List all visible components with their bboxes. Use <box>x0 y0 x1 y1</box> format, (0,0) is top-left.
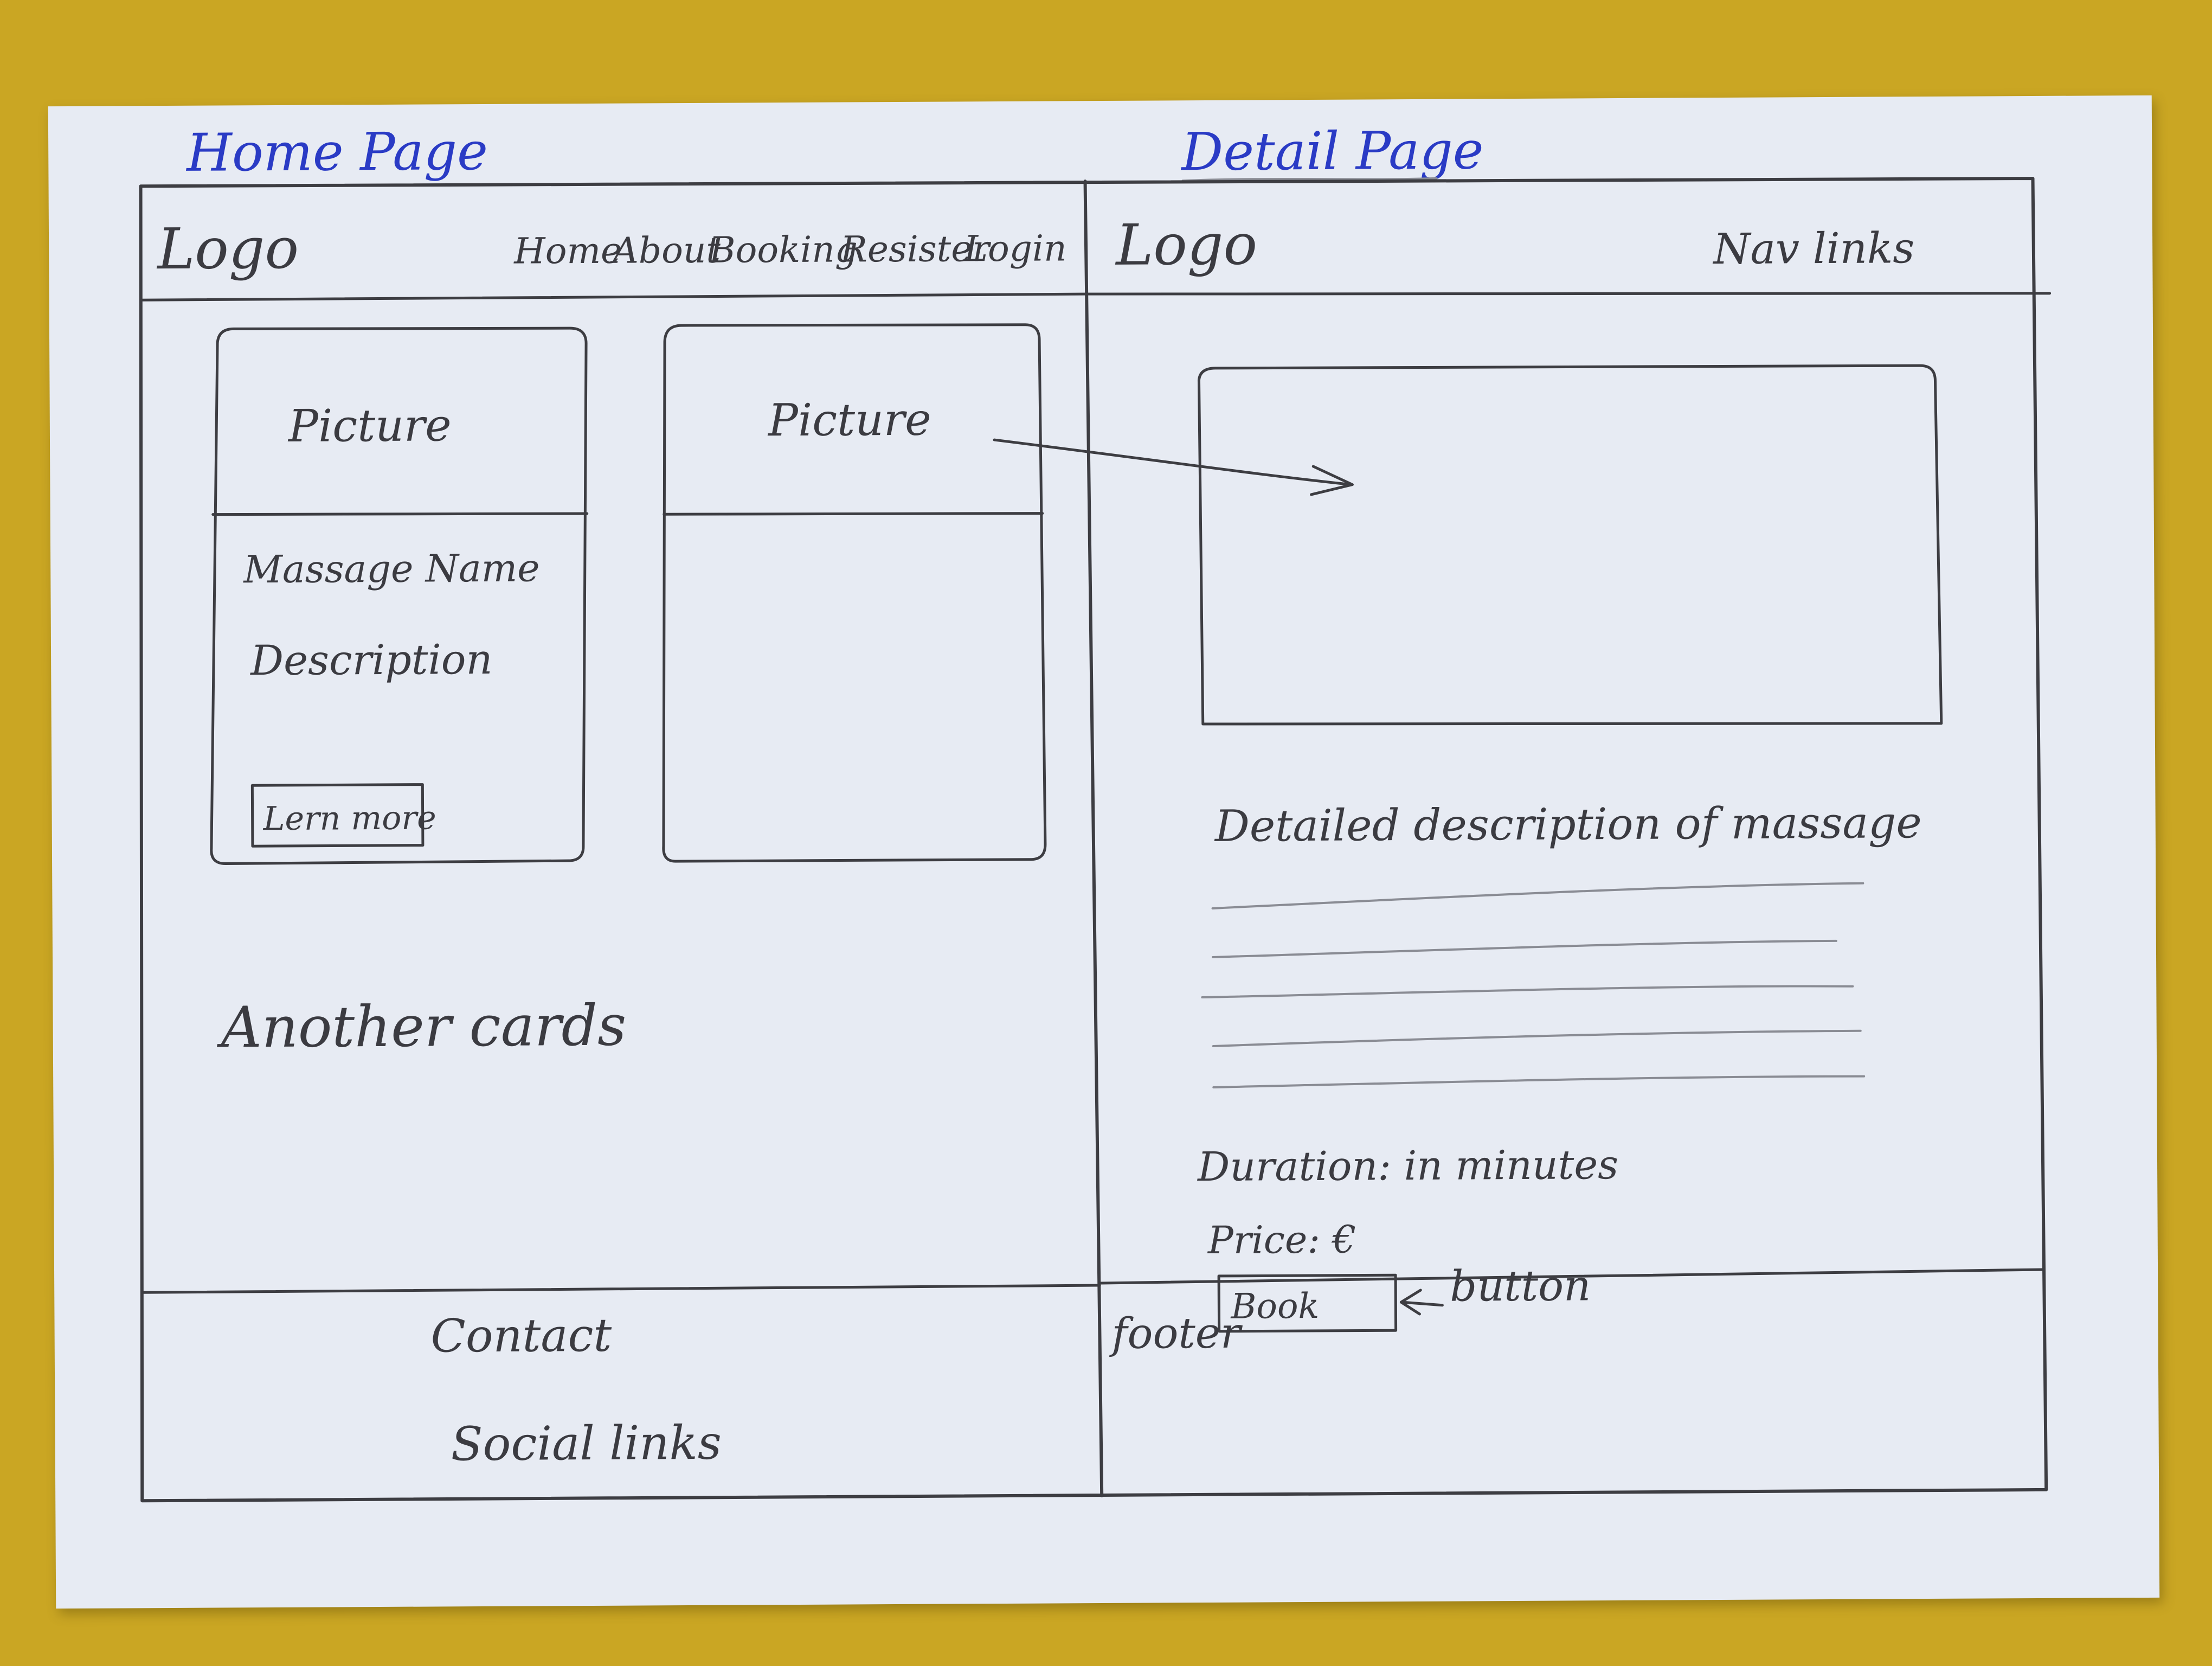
another-cards-note: Another cards <box>216 992 626 1061</box>
detail-logo: Logo <box>1115 212 1258 278</box>
detail-nav-links[interactable]: Nav links <box>1712 224 1915 274</box>
home-page-heading: Home Page <box>185 121 488 183</box>
wireframe-sketch: Home Page Detail Page Logo Home About Bo… <box>139 120 2052 1503</box>
detail-footer-label: footer <box>1109 1309 1243 1359</box>
detail-picture-placeholder <box>1197 364 1943 726</box>
nav-login-link[interactable]: Login <box>963 227 1067 270</box>
detail-page-heading: Detail Page <box>1180 120 1484 182</box>
home-logo: Logo <box>156 215 299 282</box>
description-text-lines <box>1201 882 1866 1088</box>
nav-about-link[interactable]: About <box>609 229 721 272</box>
massage-card: Picture Massage Name Description Lern mo… <box>210 326 589 865</box>
card-description: Description <box>249 635 493 684</box>
arrow-line <box>993 438 1353 486</box>
home-footer-line <box>140 1284 1101 1294</box>
card-picture-placeholder: Picture <box>767 394 931 447</box>
massage-card: Picture <box>662 323 1047 863</box>
card-picture-placeholder: Picture <box>287 400 452 452</box>
button-annotation: button <box>1450 1261 1591 1311</box>
home-header-line <box>140 292 1088 302</box>
card-picture-divider <box>663 512 1044 516</box>
navigation-arrow <box>993 438 1354 496</box>
card-picture-divider <box>211 512 589 516</box>
home-nav-links: Home About Booking Resister Login <box>513 227 1067 272</box>
detailed-description-heading: Detailed description of massage <box>1214 797 1922 851</box>
text-line <box>1212 939 1837 958</box>
text-line <box>1212 1029 1862 1047</box>
footer-contact[interactable]: Contact <box>430 1309 612 1363</box>
duration-label: Duration: in minutes <box>1197 1142 1619 1190</box>
learn-more-button-label: Lern more <box>262 799 436 838</box>
sketch-paper: Home Page Detail Page Logo Home About Bo… <box>48 95 2160 1609</box>
text-line <box>1201 985 1854 999</box>
card-massage-name: Massage Name <box>242 546 540 592</box>
price-label: Price: € <box>1207 1218 1356 1263</box>
detail-header-line <box>1086 292 2052 296</box>
nav-booking-link[interactable]: Booking <box>709 228 858 271</box>
annotation-arrow <box>1399 1289 1444 1316</box>
footer-social-links[interactable]: Social links <box>451 1416 722 1472</box>
book-button-label: Book <box>1230 1286 1319 1327</box>
page-divider <box>1083 180 1104 1498</box>
nav-home-link[interactable]: Home <box>513 230 622 272</box>
text-line <box>1212 1075 1866 1088</box>
text-line <box>1211 882 1864 909</box>
